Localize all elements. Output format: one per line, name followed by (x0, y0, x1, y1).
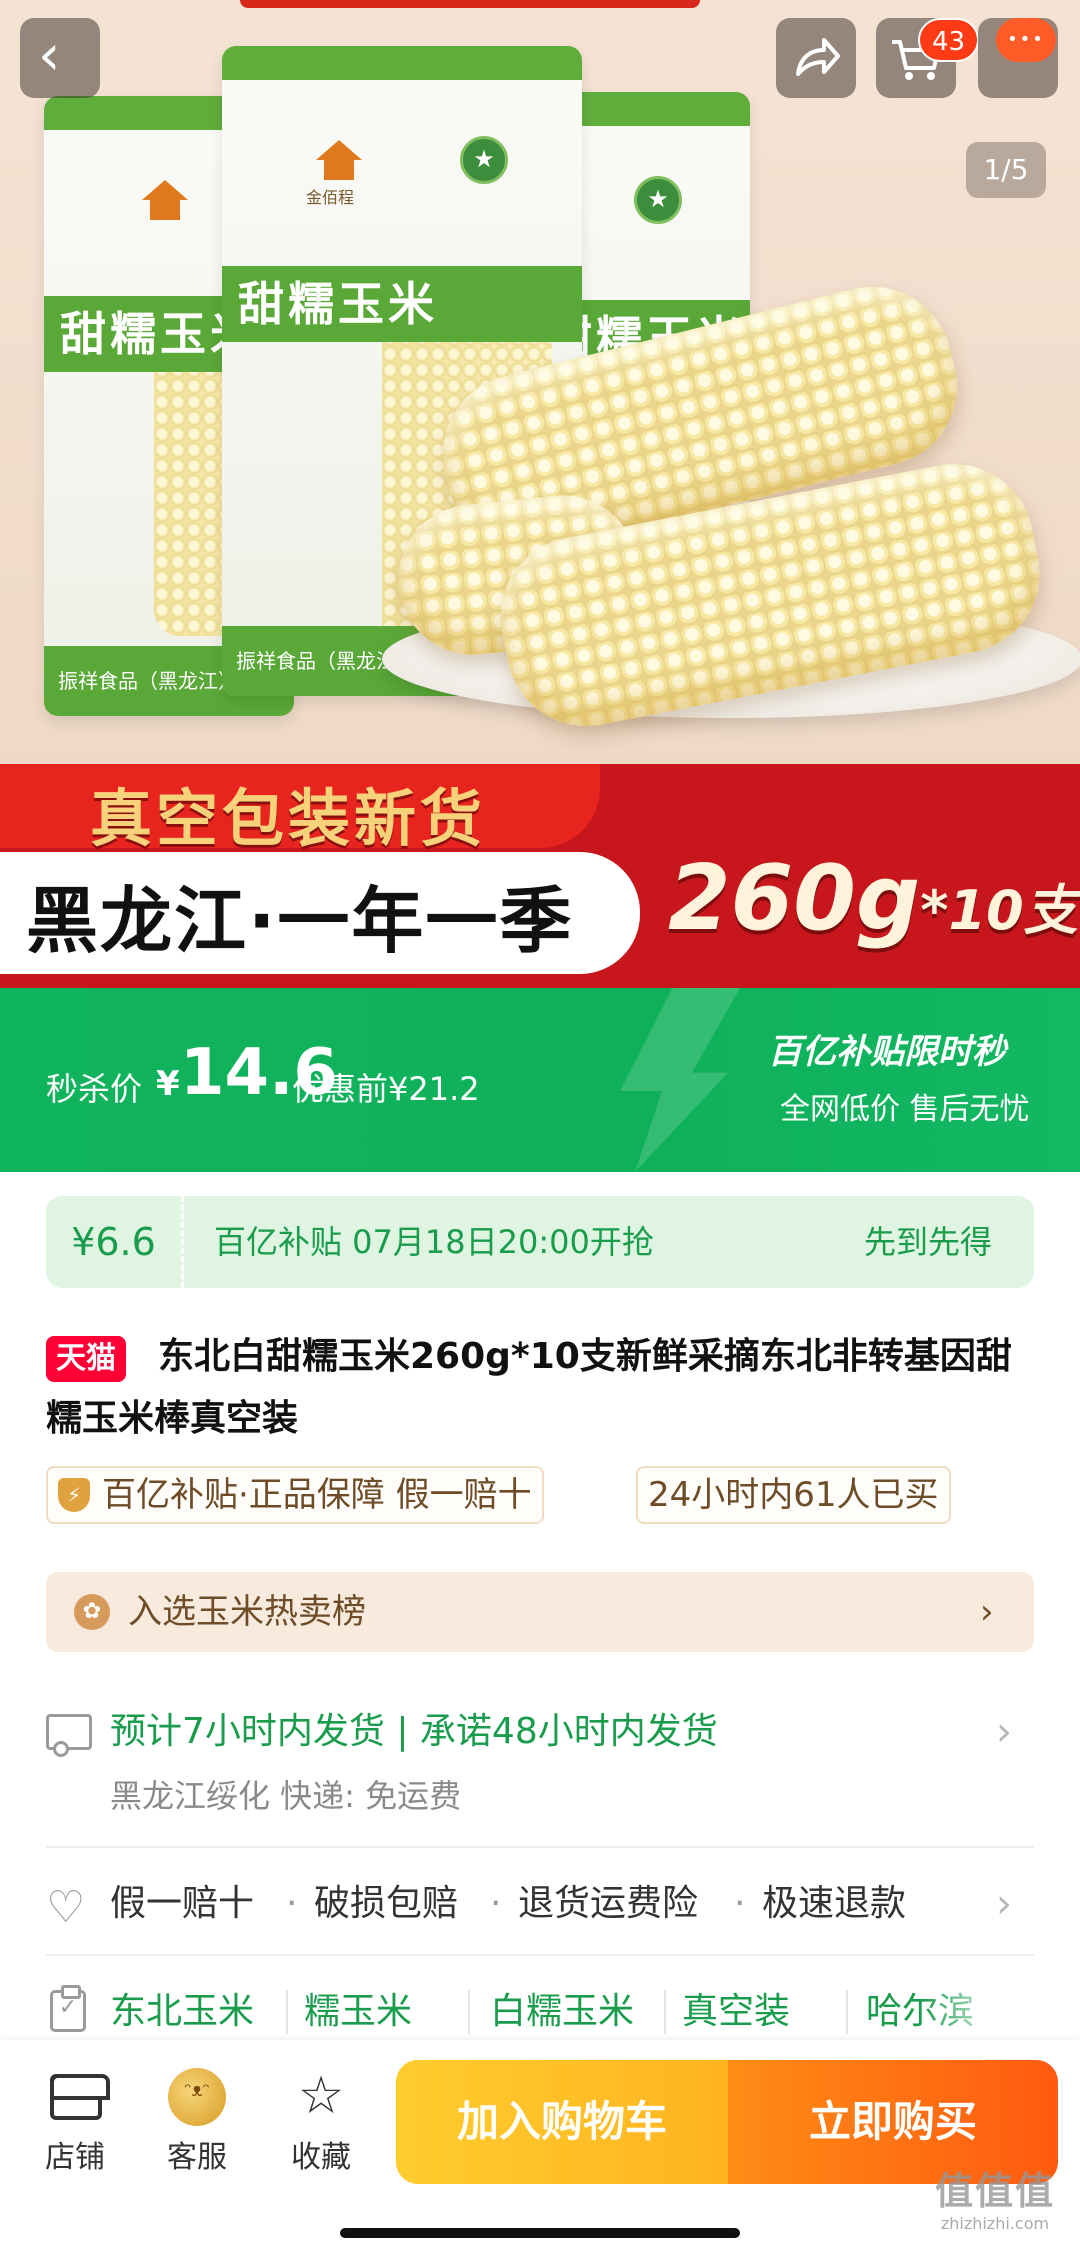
more-icon (996, 18, 1056, 62)
heart-icon: ♡ (46, 1882, 86, 1933)
separator-dot: · (286, 1883, 298, 1924)
product-title: 东北白甜糯玉米260g*10支新鲜采摘东北非转基因甜糯玉米棒真空装 (46, 1336, 1012, 1439)
tmall-badge: 天猫 (46, 1336, 126, 1382)
ranking-text: 入选玉米热卖榜 (128, 1592, 366, 1632)
chevron-right-icon: › (996, 1881, 1012, 1927)
weight-label: 260g*10支 (668, 846, 1078, 951)
watermark: 值值值 zhizhizhi.com (934, 2169, 1055, 2233)
service-item: 极速退款 (762, 1883, 907, 1924)
guarantee-tag[interactable]: 百亿补贴·正品保障 假一赔十 (46, 1466, 544, 1524)
divider (46, 1954, 1034, 1956)
top-strip (240, 0, 700, 8)
slogan-main: 黑龙江·一年一季 (26, 879, 574, 963)
currency-symbol: ¥ (156, 1064, 180, 1104)
chevron-right-icon: › (980, 1592, 994, 1632)
star-icon: ☆ (297, 2066, 345, 2126)
service-icon (168, 2068, 226, 2126)
shipping-origin: 黑龙江绥化 快递: 免运费 (110, 1777, 462, 1815)
separator-dot: · (734, 1883, 746, 1924)
store-button[interactable]: 店铺 (20, 2064, 130, 2184)
award-icon (74, 1594, 110, 1630)
store-icon (50, 2074, 110, 2120)
keyword-divider (286, 1990, 288, 2034)
page-indicator: 1/5 (966, 142, 1046, 198)
keyword-chip[interactable]: 东北玉米 (110, 1984, 254, 2040)
flash-price-label: 秒杀价 (46, 1070, 143, 1108)
product-image-carousel[interactable]: 甜糯玉米 振祥食品（黑龙江） 甜糯玉米 金佰程 甜糯玉米 振祥食品（黑龙江） 真… (0, 0, 1080, 988)
slogan-top: 真空包装新货 (90, 782, 487, 855)
lightning-icon (620, 988, 740, 1172)
original-price: 优惠前¥21.2 (292, 1070, 480, 1108)
divider (46, 1846, 1034, 1848)
sales-tag: 24小时内61人已买 (636, 1466, 951, 1524)
back-icon: ‹ (38, 23, 61, 88)
flash-sale-banner: 秒杀价 ¥ 14.6 优惠前¥21.2 百亿补贴限时秒 全网低价 售后无忧 (0, 988, 1080, 1172)
service-item: 破损包赔 (314, 1883, 459, 1924)
keyword-fade (920, 1980, 1040, 2044)
chevron-right-icon: › (996, 1709, 1012, 1755)
keyword-chip[interactable]: 糯玉米 (304, 1984, 412, 2040)
package-brand: 金佰程 (306, 188, 355, 207)
buy-now-button[interactable]: 立即购买 (728, 2060, 1058, 2184)
shield-icon (58, 1478, 90, 1512)
shipping-estimate: 预计7小时内发货 | 承诺48小时内发货 (110, 1711, 718, 1752)
subsidy-title: 百亿补贴限时秒 (768, 1032, 1006, 1072)
customer-service-button[interactable]: 客服 (142, 2064, 252, 2184)
back-button[interactable]: ‹ (20, 18, 100, 98)
subsidy-price: ¥6.6 (46, 1196, 184, 1288)
separator-dot: · (490, 1883, 502, 1924)
share-button[interactable] (776, 18, 856, 98)
favorite-button[interactable]: ☆ 收藏 (266, 2064, 376, 2184)
subsidy-tagline: 全网低价 售后无忧 (780, 1092, 1030, 1127)
truck-icon (46, 1714, 92, 1757)
keyword-divider (468, 1990, 470, 2034)
keyword-chip[interactable]: 真空装 (682, 1984, 790, 2040)
keyword-divider (846, 1990, 848, 2034)
share-icon (796, 38, 840, 76)
service-item: 退货运费险 (518, 1883, 699, 1924)
keyword-divider (664, 1990, 666, 2034)
service-item: 假一赔十 (110, 1883, 255, 1924)
add-to-cart-button[interactable]: 加入购物车 (396, 2060, 728, 2184)
subsidy-schedule: 百亿补贴 07月18日20:00开抢 (214, 1223, 654, 1261)
keyword-chip[interactable]: 白糯玉米 (490, 1984, 634, 2040)
clipboard-icon (50, 1985, 86, 2032)
subsidy-note: 先到先得 (864, 1223, 993, 1261)
home-indicator[interactable] (340, 2228, 740, 2238)
cart-count-badge: 43 (918, 18, 980, 62)
